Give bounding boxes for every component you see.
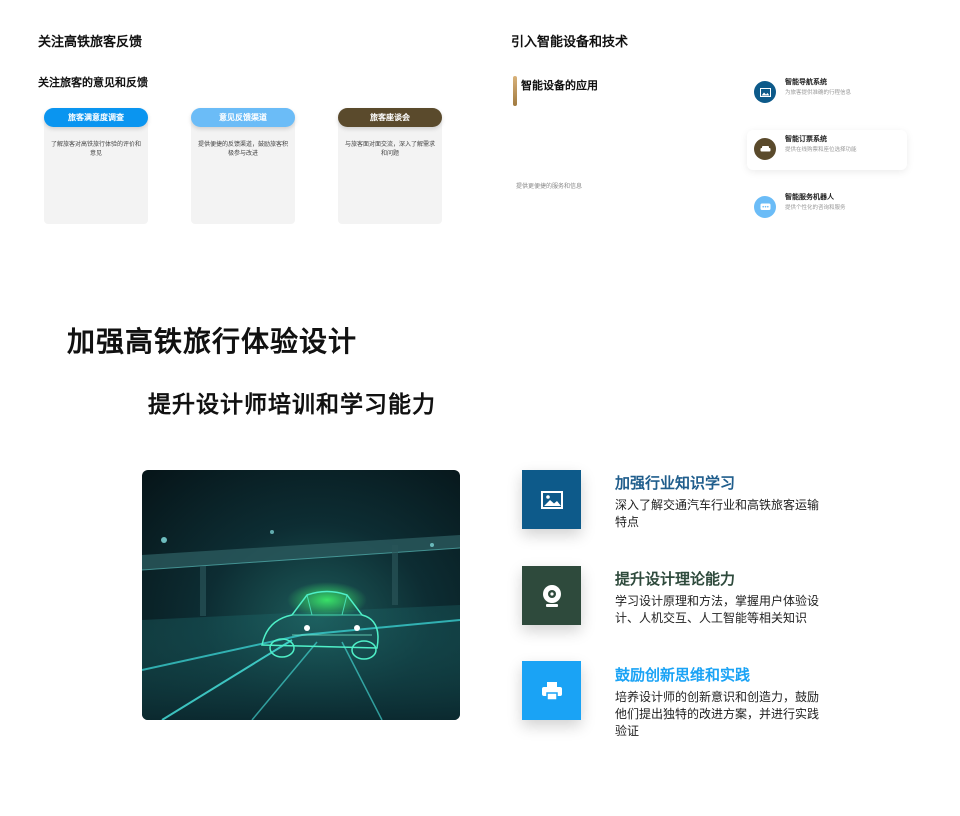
smart-subtitle: 智能设备的应用	[521, 79, 598, 92]
smart-title: 引入智能设备和技术	[511, 35, 629, 50]
main-subtitle: 提升设计师培训和学习能力	[148, 392, 436, 418]
chat-icon	[754, 196, 776, 218]
feedback-card-channel	[191, 112, 295, 224]
feedback-card-channel-text: 提供便捷的反馈渠道，鼓励旅客积极参与改进	[197, 141, 288, 157]
smart-item-navigation: 智能导航系统 为旅客提供准确的行程信息	[747, 73, 907, 113]
sofa-icon	[754, 138, 776, 160]
feedback-subtitle: 关注旅客的意见和反馈	[38, 76, 148, 89]
smart-item-ticketing-name: 智能订票系统	[785, 135, 827, 143]
feedback-title: 关注高铁旅客反馈	[38, 35, 143, 50]
feedback-card-channel-label: 意见反馈渠道	[191, 108, 295, 127]
hero-car-image	[142, 470, 460, 720]
smart-note: 提供更便捷的服务和信息	[516, 183, 583, 190]
main-title: 加强高铁旅行体验设计	[67, 325, 358, 358]
feature-desc-industry: 深入了解交通汽车行业和高铁旅客运输特点	[615, 498, 820, 529]
smart-item-robot-desc: 提供个性化的咨询和服务	[785, 205, 846, 211]
feature-title-theory: 提升设计理论能力	[615, 570, 736, 588]
accent-bar	[513, 76, 517, 106]
feature-desc-theory: 学习设计原理和方法，掌握用户体验设计、人机交互、人工智能等相关知识	[615, 594, 820, 625]
feature-desc-innovation: 培养设计师的创新意识和创造力，鼓励他们提出独特的改进方案，并进行实践验证	[615, 690, 820, 738]
feedback-card-forum-text: 与旅客面对面交流，深入了解需求和问题	[344, 141, 435, 157]
feedback-card-forum-label: 旅客座谈会	[338, 108, 442, 127]
image-icon	[754, 81, 776, 103]
smart-item-ticketing: 智能订票系统 提供在线购票和座位选择功能	[747, 130, 907, 170]
smart-item-navigation-desc: 为旅客提供准确的行程信息	[785, 90, 852, 96]
printer-icon	[522, 661, 581, 720]
feedback-card-forum	[338, 112, 442, 224]
feature-title-innovation: 鼓励创新思维和实践	[615, 666, 751, 684]
feature-title-industry: 加强行业知识学习	[615, 474, 736, 492]
smart-item-navigation-name: 智能导航系统	[785, 78, 827, 86]
webcam-icon	[522, 566, 581, 625]
smart-item-robot-name: 智能服务机器人	[785, 193, 834, 201]
smart-item-ticketing-desc: 提供在线购票和座位选择功能	[785, 147, 857, 153]
feedback-card-survey-text: 了解旅客对高铁旅行体验的评价和意见	[50, 141, 141, 157]
image-icon	[522, 470, 581, 529]
feedback-card-survey	[44, 112, 148, 224]
feedback-card-survey-label: 旅客满意度调查	[44, 108, 148, 127]
smart-item-robot: 智能服务机器人 提供个性化的咨询和服务	[747, 188, 907, 228]
